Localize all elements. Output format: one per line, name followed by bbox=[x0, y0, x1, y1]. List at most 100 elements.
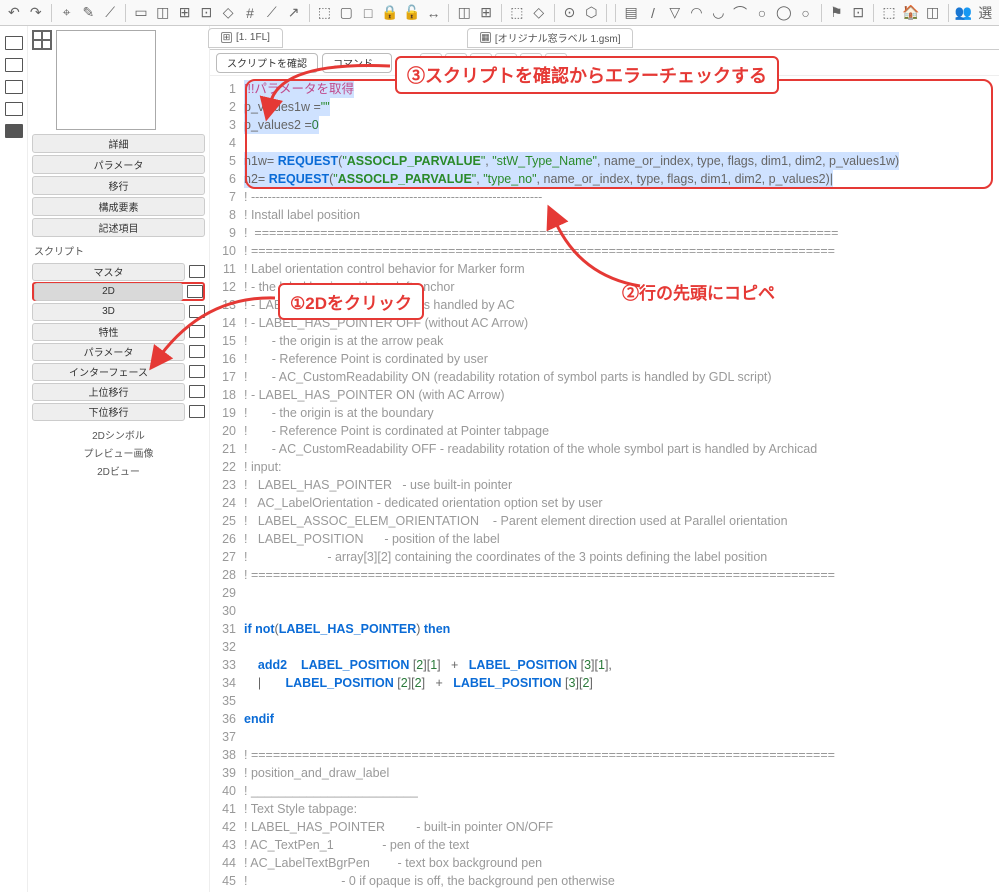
toolbar-icon[interactable]: 👥 bbox=[954, 3, 974, 23]
tab-gsm-file[interactable]: ▦ [オリジナル窓ラベル 1.gsm] bbox=[467, 28, 634, 48]
code-line[interactable]: 9! =====================================… bbox=[210, 224, 999, 242]
toolbar-icon[interactable]: ⬚ bbox=[879, 3, 899, 23]
code-line[interactable]: 7! -------------------------------------… bbox=[210, 188, 999, 206]
toolbar-icon[interactable]: ↶ bbox=[4, 3, 24, 23]
toolbar-icon[interactable]: ⟋ bbox=[262, 3, 282, 23]
script-tool-icon[interactable]: ☰ bbox=[495, 53, 517, 73]
toolbar-icon[interactable]: ⌖ bbox=[57, 3, 77, 23]
left-button[interactable]: 構成要素 bbox=[32, 197, 205, 216]
toolbar-icon[interactable]: ▤ bbox=[621, 3, 641, 23]
code-line[interactable]: 30 bbox=[210, 602, 999, 620]
open-window-icon[interactable] bbox=[187, 285, 203, 298]
left-text-row[interactable]: 2Dビュー bbox=[32, 461, 205, 479]
script-tool-icon[interactable]: ◐ bbox=[520, 53, 542, 73]
toolbar-icon[interactable]: ⟋ bbox=[100, 3, 120, 23]
code-line[interactable]: 19! - the origin is at the boundary bbox=[210, 404, 999, 422]
toolbar-icon[interactable]: ⊞ bbox=[175, 3, 195, 23]
toolbar-icon[interactable]: 🏠 bbox=[901, 3, 921, 23]
script-button-下位移行[interactable]: 下位移行 bbox=[32, 403, 185, 421]
script-button-3d[interactable]: 3D bbox=[32, 303, 185, 321]
code-line[interactable]: 15! - the origin is at the arrow peak bbox=[210, 332, 999, 350]
toolbar-icon[interactable]: □ bbox=[358, 3, 378, 23]
toolbar-icon[interactable]: ◠ bbox=[687, 3, 707, 23]
code-line[interactable]: 24! AC_LabelOrientation - dedicated orie… bbox=[210, 494, 999, 512]
script-button-上位移行[interactable]: 上位移行 bbox=[32, 383, 185, 401]
toolbar-icon[interactable]: ○ bbox=[752, 3, 772, 23]
script-button-2d[interactable]: 2D bbox=[34, 283, 183, 301]
code-line[interactable]: 3p_values2 =0 bbox=[210, 116, 999, 134]
left-button[interactable]: パラメータ bbox=[32, 155, 205, 174]
code-line[interactable]: 8! Install label position bbox=[210, 206, 999, 224]
script-tool-icon[interactable]: !☰ bbox=[445, 53, 467, 73]
preview-thumb[interactable] bbox=[56, 30, 156, 130]
toolbar-icon[interactable]: 🔓 bbox=[402, 3, 422, 23]
code-line[interactable]: 6n2= REQUEST("ASSOCLP_PARVALUE", "type_n… bbox=[210, 170, 999, 188]
code-line[interactable]: 1!!!パラメータを取得 bbox=[210, 80, 999, 98]
code-line[interactable]: 2p_values1w ="" bbox=[210, 98, 999, 116]
code-line[interactable]: 42! LABEL_HAS_POINTER - built-in pointer… bbox=[210, 818, 999, 836]
left-button[interactable]: 移行 bbox=[32, 176, 205, 195]
code-line[interactable]: 33 add2 LABEL_POSITION [2][1] + LABEL_PO… bbox=[210, 656, 999, 674]
toolbar-icon[interactable]: ◫ bbox=[454, 3, 474, 23]
code-line[interactable]: 25! LABEL_ASSOC_ELEM_ORIENTATION - Paren… bbox=[210, 512, 999, 530]
toolbar-icon[interactable]: ⬚ bbox=[507, 3, 527, 23]
command-button[interactable]: コマンド... bbox=[322, 53, 392, 73]
code-line[interactable]: 16! - Reference Point is cordinated by u… bbox=[210, 350, 999, 368]
code-line[interactable]: 17! - AC_CustomReadability ON (readabili… bbox=[210, 368, 999, 386]
code-line[interactable]: 31if not(LABEL_HAS_POINTER) then bbox=[210, 620, 999, 638]
code-line[interactable]: 20! - Reference Point is cordinated at P… bbox=[210, 422, 999, 440]
left-button[interactable]: 記述項目 bbox=[32, 218, 205, 237]
grid-icon[interactable] bbox=[32, 30, 52, 50]
script-button-パラメータ[interactable]: パラメータ bbox=[32, 343, 185, 361]
toolbar-icon[interactable]: ◇ bbox=[529, 3, 549, 23]
left-button[interactable]: 詳細 bbox=[32, 134, 205, 153]
code-line[interactable]: 39! position_and_draw_label bbox=[210, 764, 999, 782]
check-script-button[interactable]: スクリプトを確認 bbox=[216, 53, 318, 73]
toolbar-icon[interactable]: ✎ bbox=[78, 3, 98, 23]
toolbar-icon[interactable]: 🔒 bbox=[380, 3, 400, 23]
toolbar-icon[interactable]: ↗ bbox=[284, 3, 304, 23]
code-line[interactable]: 45! - 0 if opaque is off, the background… bbox=[210, 872, 999, 890]
code-editor[interactable]: 1!!!パラメータを取得2p_values1w =""3p_values2 =0… bbox=[210, 76, 999, 892]
open-window-icon[interactable] bbox=[189, 325, 205, 338]
toolbar-icon[interactable]: ⚑ bbox=[826, 3, 846, 23]
code-line[interactable]: 40! ________________________ bbox=[210, 782, 999, 800]
code-line[interactable]: 41! Text Style tabpage: bbox=[210, 800, 999, 818]
code-line[interactable]: 18! - LABEL_HAS_POINTER ON (with AC Arro… bbox=[210, 386, 999, 404]
code-line[interactable]: 43! AC_TextPen_1 - pen of the text bbox=[210, 836, 999, 854]
toolbar-icon[interactable]: ▢ bbox=[336, 3, 356, 23]
code-line[interactable]: 37 bbox=[210, 728, 999, 746]
code-line[interactable]: 10! ====================================… bbox=[210, 242, 999, 260]
toolbar-icon[interactable]: ▽ bbox=[665, 3, 685, 23]
code-line[interactable]: 27! - array[3][2] containing the coordin… bbox=[210, 548, 999, 566]
code-line[interactable]: 44! AC_LabelTextBgrPen - text box backgr… bbox=[210, 854, 999, 872]
code-line[interactable]: 26! LABEL_POSITION - position of the lab… bbox=[210, 530, 999, 548]
toolbar-icon[interactable]: ⊡ bbox=[848, 3, 868, 23]
script-button-マスタ[interactable]: マスタ bbox=[32, 263, 185, 281]
toolbar-icon[interactable]: # bbox=[240, 3, 260, 23]
toolbar-icon[interactable]: ⬡ bbox=[581, 3, 601, 23]
toolbar-icon[interactable]: / bbox=[643, 3, 663, 23]
open-window-icon[interactable] bbox=[189, 405, 205, 418]
rail-icon[interactable] bbox=[5, 36, 23, 50]
rail-icon[interactable] bbox=[5, 58, 23, 72]
left-text-row[interactable]: プレビュー画像 bbox=[32, 443, 205, 461]
toolbar-icon[interactable]: ◫ bbox=[923, 3, 943, 23]
script-tool-icon[interactable]: !≡ bbox=[470, 53, 492, 73]
toolbar-icon[interactable]: ▭ bbox=[131, 3, 151, 23]
toolbar-icon[interactable]: ⌒ bbox=[730, 3, 750, 23]
toolbar-icon[interactable]: ⊞ bbox=[476, 3, 496, 23]
rail-icon[interactable] bbox=[5, 80, 23, 94]
toolbar-icon[interactable]: ◇ bbox=[218, 3, 238, 23]
open-window-icon[interactable] bbox=[189, 365, 205, 378]
script-tool-icon[interactable]: !≡ bbox=[420, 53, 442, 73]
open-window-icon[interactable] bbox=[189, 385, 205, 398]
code-line[interactable]: 32 bbox=[210, 638, 999, 656]
code-line[interactable]: 36endif bbox=[210, 710, 999, 728]
code-line[interactable]: 28! ====================================… bbox=[210, 566, 999, 584]
open-window-icon[interactable] bbox=[189, 345, 205, 358]
code-line[interactable]: 35 bbox=[210, 692, 999, 710]
code-line[interactable]: 13! - LABEL_ROTANGLE rotating is handled… bbox=[210, 296, 999, 314]
code-line[interactable]: 38! ====================================… bbox=[210, 746, 999, 764]
code-line[interactable]: 5n1w= REQUEST("ASSOCLP_PARVALUE", "stW_T… bbox=[210, 152, 999, 170]
